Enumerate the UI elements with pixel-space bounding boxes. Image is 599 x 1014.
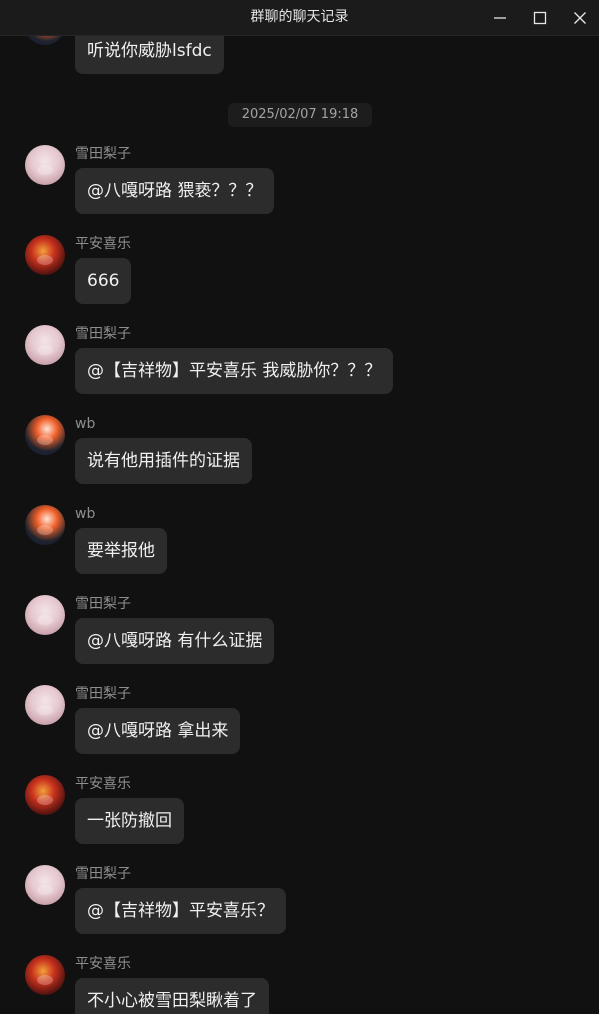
avatar-detail xyxy=(37,435,53,445)
avatar-detail xyxy=(37,795,53,805)
maximize-icon xyxy=(533,11,547,24)
sender-name: wb xyxy=(75,416,96,432)
avatar[interactable] xyxy=(25,36,65,45)
avatar[interactable] xyxy=(25,595,65,635)
sender-name: 雪田梨子 xyxy=(75,866,131,882)
minimize-icon xyxy=(494,16,506,19)
close-icon xyxy=(574,11,586,24)
close-button[interactable] xyxy=(560,0,599,35)
avatar[interactable] xyxy=(25,955,65,995)
message-bubble[interactable]: 不小心被雪田梨瞅着了 xyxy=(75,978,269,1014)
message-bubble[interactable]: @【吉祥物】平安喜乐？ xyxy=(75,888,286,934)
sender-name: 平安喜乐 xyxy=(75,236,131,252)
chat-history-window: 群聊的聊天记录 听说你威胁lsfdc 2025/02/07 19:18 雪田梨子… xyxy=(0,0,599,1014)
message-bubble[interactable]: @八嘎呀路 猥亵？？？ xyxy=(75,168,275,214)
avatar-detail xyxy=(37,165,53,175)
message-bubble[interactable]: @八嘎呀路 有什么证据 xyxy=(75,618,275,664)
message-bubble[interactable]: @八嘎呀路 拿出来 xyxy=(75,708,241,754)
sender-name: 雪田梨子 xyxy=(75,146,131,162)
avatar[interactable] xyxy=(25,415,65,455)
sender-name: 雪田梨子 xyxy=(75,326,131,342)
message-bubble[interactable]: 666 xyxy=(75,258,132,304)
avatar-detail xyxy=(37,975,53,985)
timestamp-divider: 2025/02/07 19:18 xyxy=(228,103,372,127)
sender-name: 平安喜乐 xyxy=(75,956,131,972)
avatar[interactable] xyxy=(25,325,65,365)
avatar[interactable] xyxy=(25,235,65,275)
message-bubble[interactable]: @【吉祥物】平安喜乐 我威胁你？？？ xyxy=(75,348,394,394)
avatar-detail xyxy=(37,885,53,895)
message-bubble[interactable]: 说有他用插件的证据 xyxy=(75,438,252,484)
avatar[interactable] xyxy=(25,505,65,545)
avatar[interactable] xyxy=(25,865,65,905)
sender-name: 雪田梨子 xyxy=(75,596,131,612)
title-bar[interactable]: 群聊的聊天记录 xyxy=(0,0,599,36)
sender-name: wb xyxy=(75,506,96,522)
message-bubble[interactable]: 听说你威胁lsfdc xyxy=(75,36,224,74)
sender-name: 雪田梨子 xyxy=(75,686,131,702)
avatar-detail xyxy=(37,615,53,625)
minimize-button[interactable] xyxy=(480,0,520,35)
message-bubble[interactable]: 一张防撤回 xyxy=(75,798,184,844)
message-list[interactable]: 听说你威胁lsfdc 2025/02/07 19:18 雪田梨子 @八嘎呀路 猥… xyxy=(0,36,599,1014)
avatar[interactable] xyxy=(25,145,65,185)
avatar-detail xyxy=(37,345,53,355)
sender-name: 平安喜乐 xyxy=(75,776,131,792)
avatar-detail xyxy=(37,525,53,535)
message-bubble[interactable]: 要举报他 xyxy=(75,528,167,574)
maximize-button[interactable] xyxy=(520,0,560,35)
avatar[interactable] xyxy=(25,685,65,725)
avatar[interactable] xyxy=(25,775,65,815)
avatar-detail xyxy=(37,255,53,265)
avatar-detail xyxy=(37,705,53,715)
